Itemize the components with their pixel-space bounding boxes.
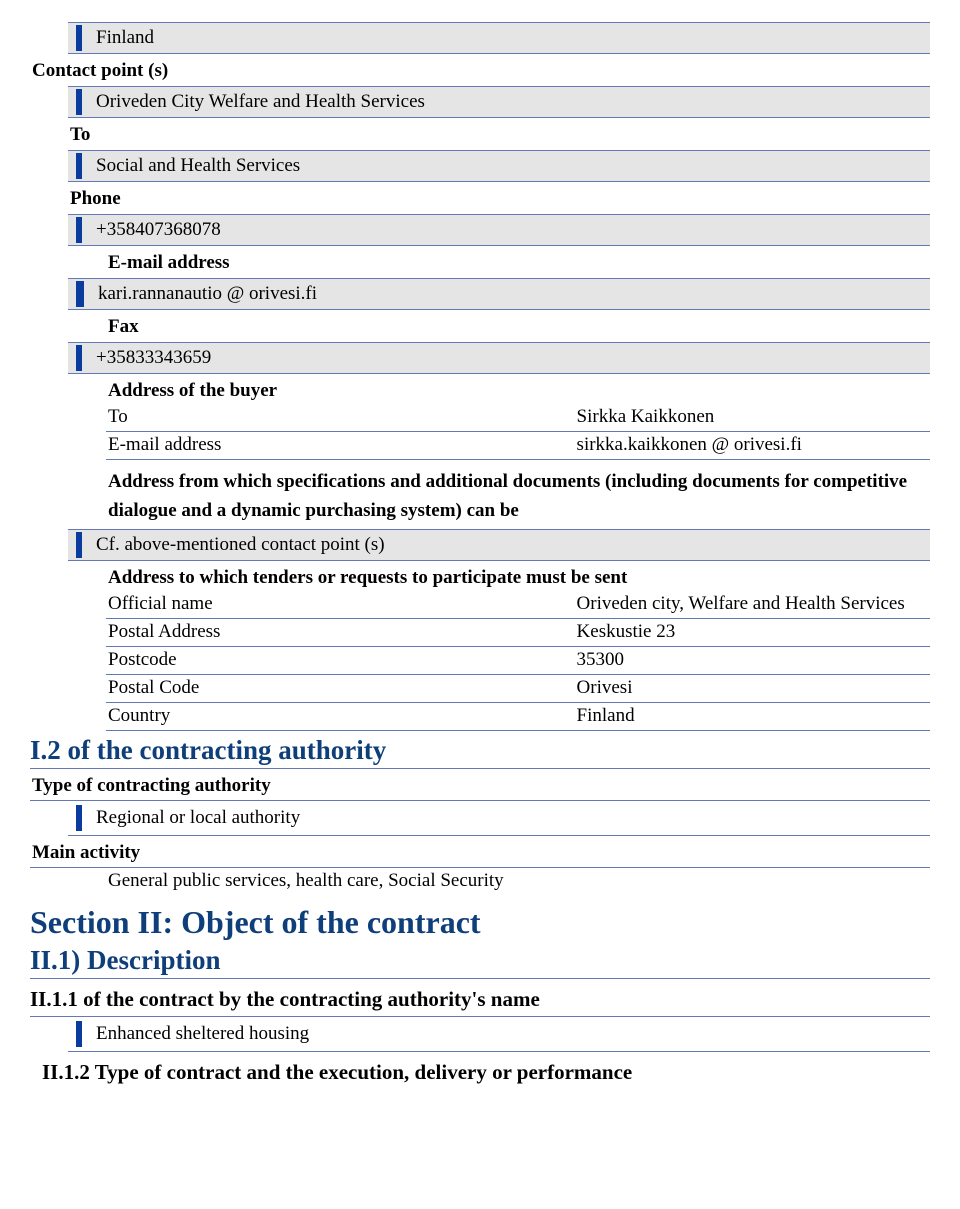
fax-value: +35833343659 xyxy=(96,345,930,371)
left-bar xyxy=(76,217,82,243)
section-i2-heading: I.2 of the contracting authority xyxy=(30,735,930,766)
left-bar xyxy=(76,1021,82,1047)
email-field: kari.rannanautio @ orivesi.fi xyxy=(68,278,930,310)
postcode-label: Postcode xyxy=(108,649,577,671)
divider xyxy=(106,730,930,731)
divider xyxy=(30,978,930,979)
main-activity-value: General public services, health care, So… xyxy=(106,868,930,894)
to-value: Social and Health Services xyxy=(96,153,930,179)
official-name-label: Official name xyxy=(108,593,577,615)
fax-label: Fax xyxy=(106,314,930,340)
left-bar xyxy=(76,345,82,371)
buyer-to-row: To Sirkka Kaikkonen xyxy=(106,404,930,430)
postal-address-label: Postal Address xyxy=(108,621,577,643)
contact-label: Contact point (s) xyxy=(30,58,930,84)
divider xyxy=(68,835,930,836)
contact-value: Oriveden City Welfare and Health Service… xyxy=(96,89,930,115)
postal-code-value: Orivesi xyxy=(577,677,930,699)
buyer-email-value: sirkka.kaikkonen @ orivesi.fi xyxy=(577,434,930,456)
spec-value: Cf. above-mentioned contact point (s) xyxy=(96,532,930,558)
section-ii12-heading: II.1.2 Type of contract and the executio… xyxy=(42,1060,930,1085)
send-heading: Address to which tenders or requests to … xyxy=(106,565,930,591)
divider xyxy=(106,459,930,460)
buyer-to-label: To xyxy=(108,406,577,428)
section-ii11-value: Enhanced sheltered housing xyxy=(96,1021,930,1047)
contact-field: Oriveden City Welfare and Health Service… xyxy=(68,86,930,118)
buyer-address-label: Address of the buyer xyxy=(106,378,930,404)
country-field: Finland xyxy=(68,22,930,54)
spec-field: Cf. above-mentioned contact point (s) xyxy=(68,529,930,561)
country-row: Country Finland xyxy=(106,703,930,729)
phone-field: +358407368078 xyxy=(68,214,930,246)
postcode-value: 35300 xyxy=(577,649,930,671)
spec-heading: Address from which specifications and ad… xyxy=(106,466,926,527)
left-bar xyxy=(76,89,82,115)
postal-address-value: Keskustie 23 xyxy=(577,621,930,643)
to-field: Social and Health Services xyxy=(68,150,930,182)
left-bar xyxy=(76,281,84,307)
buyer-email-row: E-mail address sirkka.kaikkonen @ orives… xyxy=(106,432,930,458)
country-value: Finland xyxy=(96,25,930,51)
phone-label: Phone xyxy=(68,186,930,212)
type-authority-label: Type of contracting authority xyxy=(30,773,930,799)
divider xyxy=(30,1016,930,1017)
divider xyxy=(30,768,930,769)
official-name-value: Oriveden city, Welfare and Health Servic… xyxy=(577,593,930,615)
section-ii1-heading: II.1) Description xyxy=(30,945,930,976)
email-value: kari.rannanautio @ orivesi.fi xyxy=(98,281,930,307)
email-label: E-mail address xyxy=(106,250,930,276)
postal-code-label: Postal Code xyxy=(108,677,577,699)
postcode-row: Postcode 35300 xyxy=(106,647,930,673)
postal-code-row: Postal Code Orivesi xyxy=(106,675,930,701)
buyer-email-label: E-mail address xyxy=(108,434,577,456)
left-bar xyxy=(76,532,82,558)
official-name-row: Official name Oriveden city, Welfare and… xyxy=(106,591,930,617)
postal-address-row: Postal Address Keskustie 23 xyxy=(106,619,930,645)
main-activity-label: Main activity xyxy=(30,840,930,866)
type-authority-field: Regional or local authority xyxy=(68,803,930,833)
fax-field: +35833343659 xyxy=(68,342,930,374)
section-ii-heading: Section II: Object of the contract xyxy=(30,904,930,941)
left-bar xyxy=(76,25,82,51)
section-ii11-heading: II.1.1 of the contract by the contractin… xyxy=(30,987,930,1012)
section-ii11-field: Enhanced sheltered housing xyxy=(68,1019,930,1049)
country-row-value: Finland xyxy=(577,705,930,727)
country-label: Country xyxy=(108,705,577,727)
left-bar xyxy=(76,805,82,831)
divider xyxy=(68,1051,930,1052)
divider xyxy=(30,800,930,801)
buyer-to-value: Sirkka Kaikkonen xyxy=(577,406,930,428)
phone-value: +358407368078 xyxy=(96,217,930,243)
type-authority-value: Regional or local authority xyxy=(96,805,930,831)
left-bar xyxy=(76,153,82,179)
to-label: To xyxy=(68,122,930,148)
